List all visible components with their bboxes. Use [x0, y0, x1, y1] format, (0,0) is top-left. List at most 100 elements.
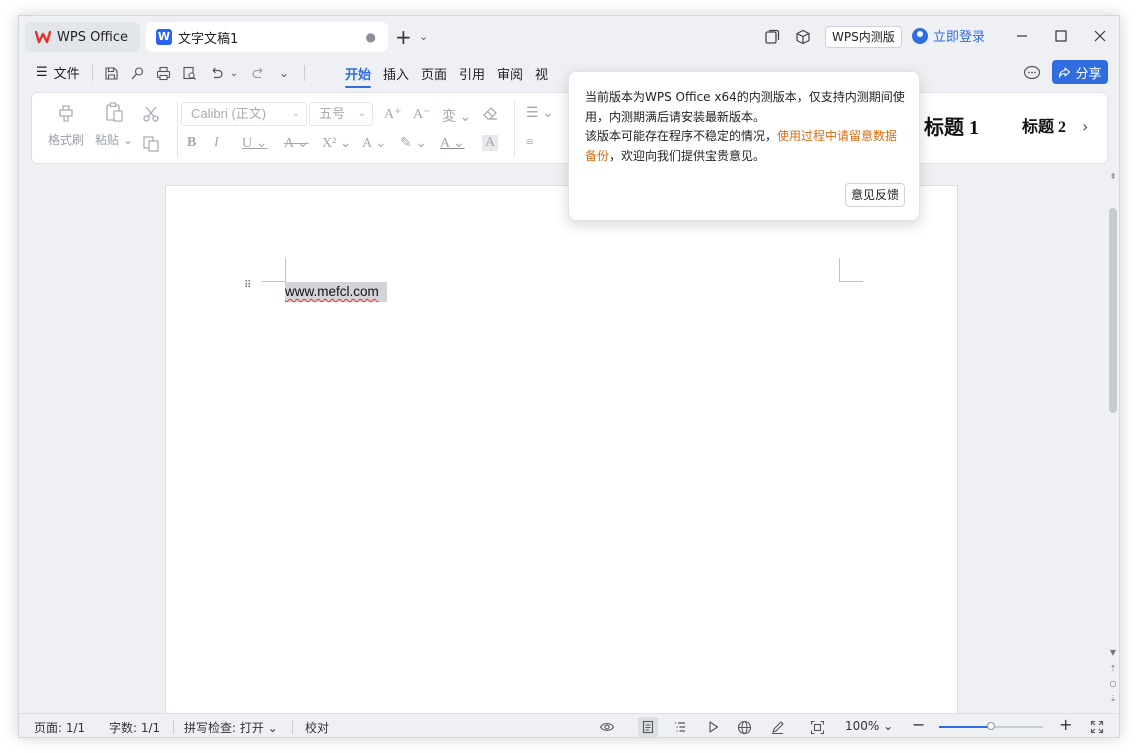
bold-icon[interactable]: B [187, 135, 196, 151]
popup-line: 该版本可能存在程序不稳定的情况，使用过程中请留意数据 [585, 129, 898, 143]
chevron-right-icon[interactable]: › [1082, 117, 1088, 136]
save-icon[interactable] [100, 62, 122, 84]
chevron-down-icon[interactable]: ⌄ [223, 62, 245, 84]
divider [304, 65, 305, 81]
crop-mark [839, 258, 863, 282]
format-painter-icon [59, 105, 73, 122]
export-pdf-icon[interactable] [126, 62, 148, 84]
comment-icon[interactable] [1022, 63, 1042, 83]
tab-document[interactable]: W 文字文稿1 ● [146, 22, 388, 52]
document-page[interactable]: ⠿ www.mefcl.com [165, 185, 958, 725]
decrease-font-size-icon[interactable]: A⁻ [413, 106, 431, 123]
beta-version-button[interactable]: WPS内测版 [825, 26, 902, 48]
tab-wps-office[interactable]: WPS Office [25, 22, 140, 52]
login-button[interactable]: 立即登录 [912, 26, 985, 45]
print-preview-icon[interactable] [178, 62, 200, 84]
format-painter-label: 格式刷 [47, 133, 84, 147]
user-avatar-icon [912, 27, 928, 44]
share-label: 分享 [1075, 66, 1102, 82]
next-page-icon[interactable]: ⇣ [1108, 694, 1118, 703]
zoom-slider[interactable] [939, 722, 1043, 730]
popup-line: 用，内测期满后请安装最新版本。 [585, 109, 766, 124]
wps-window: WPS Office W 文字文稿1 ● + ⌄ WPS内测版 立即登录 ☰ 文… [18, 15, 1120, 738]
spell-check-toggle[interactable]: 拼写检查: 打开 ⌄ [184, 719, 278, 736]
fullscreen-icon[interactable] [1087, 717, 1107, 737]
file-menu-button[interactable]: ☰ 文件 [36, 63, 80, 82]
scrollbar-thumb[interactable] [1109, 208, 1117, 413]
document-text[interactable]: www.mefcl.com [285, 282, 387, 302]
document-area: ⠿ www.mefcl.com [19, 168, 1107, 725]
strikethrough-icon[interactable]: A ⌄ [284, 135, 309, 152]
increase-font-size-icon[interactable]: A⁺ [384, 106, 402, 123]
word-count[interactable]: 字数: 1/1 [109, 719, 160, 736]
tab-insert[interactable]: 插入 [383, 64, 409, 83]
cut-icon[interactable] [142, 105, 160, 128]
tab-home[interactable]: 开始 [345, 64, 372, 88]
font-size-select[interactable]: 五号 ⌄ [309, 102, 373, 126]
style-heading-2[interactable]: 标题 2 [1022, 103, 1066, 147]
text-effect-icon[interactable]: A ⌄ [362, 135, 387, 152]
print-icon[interactable] [152, 62, 174, 84]
scroll-top-icon[interactable]: ⇞ [1108, 172, 1118, 181]
cube-icon[interactable] [790, 24, 816, 50]
character-shading-icon[interactable]: A [482, 135, 499, 151]
popup-warning-text: 使用过程中请留意数据 [777, 129, 898, 143]
login-label: 立即登录 [933, 30, 986, 45]
font-name-select[interactable]: Calibri (正文) ⌄ [181, 102, 307, 126]
superscript-icon[interactable]: X² ⌄ [322, 135, 352, 152]
zoom-out-icon[interactable]: − [912, 715, 925, 734]
tab-review[interactable]: 审阅 [497, 64, 523, 83]
play-icon[interactable] [703, 717, 723, 737]
unsaved-dot-icon[interactable]: ● [366, 30, 376, 44]
new-tab-button[interactable]: + [395, 26, 412, 48]
paste-button[interactable]: 粘贴 ⌄ [94, 101, 134, 148]
clear-format-icon[interactable] [482, 105, 499, 127]
page-view-icon[interactable] [638, 717, 658, 737]
fit-page-icon[interactable] [807, 717, 827, 737]
feedback-button[interactable]: 意见反馈 [844, 183, 905, 207]
font-size-value: 五号 [319, 106, 346, 121]
drag-handle-icon[interactable]: ⠿ [244, 281, 254, 296]
bullet-list-icon[interactable]: ☰ ⌄ [526, 105, 554, 122]
eye-protection-icon[interactable] [597, 717, 617, 737]
tab-references[interactable]: 引用 [459, 64, 485, 83]
pen-icon[interactable] [767, 717, 787, 737]
beta-notice-popup: 当前版本为WPS Office x64的内测版本，仅支持内测期间使 用，内测期满… [568, 71, 920, 221]
scroll-down-icon[interactable]: ▼ [1108, 648, 1118, 657]
share-button[interactable]: 分享 [1052, 60, 1108, 84]
style-heading-1[interactable]: 标题 1 [924, 103, 979, 147]
format-painter-button[interactable]: 格式刷 [46, 101, 86, 148]
divider [92, 65, 93, 81]
copy-icon[interactable] [142, 135, 160, 158]
prev-page-icon[interactable]: ⇡ [1108, 664, 1118, 673]
vertical-scrollbar[interactable]: ⇞ ▼ ⇡ ○ ⇣ [1106, 168, 1119, 713]
phonetic-guide-icon[interactable]: 変 ⌄ [442, 106, 471, 126]
tab-view[interactable]: 视 [535, 64, 548, 83]
zoom-slider-handle[interactable] [987, 722, 995, 730]
proofread-button[interactable]: 校对 [305, 719, 329, 736]
tab-label: WPS Office [57, 29, 129, 45]
italic-icon[interactable]: I [214, 135, 219, 151]
customize-quick-access-icon[interactable]: ⌄ [273, 62, 295, 84]
outline-view-icon[interactable] [670, 717, 690, 737]
maximize-icon[interactable] [1048, 24, 1074, 48]
minimize-icon[interactable] [1009, 24, 1035, 48]
redo-icon[interactable] [247, 62, 269, 84]
web-view-icon[interactable] [734, 717, 754, 737]
browse-object-icon[interactable]: ○ [1108, 679, 1118, 688]
zoom-select[interactable]: 100% ⌄ [845, 719, 893, 733]
page-indicator[interactable]: 页面: 1/1 [34, 719, 85, 736]
highlight-icon[interactable]: ✎ ⌄ [400, 135, 427, 152]
align-left-icon[interactable]: ≡ [526, 135, 534, 151]
menu-icon: ☰ [36, 65, 48, 80]
status-bar: 页面: 1/1 字数: 1/1 拼写检查: 打开 ⌄ 校对 100% ⌄ − + [19, 713, 1119, 737]
tab-page[interactable]: 页面 [421, 64, 447, 83]
divider [173, 720, 174, 734]
font-color-icon[interactable]: A ⌄ [440, 135, 465, 152]
underline-icon[interactable]: U ⌄ [242, 135, 267, 152]
chevron-down-icon[interactable]: ⌄ [419, 30, 428, 43]
window-layout-icon[interactable] [759, 24, 785, 50]
close-icon[interactable] [1087, 24, 1113, 48]
font-name-value: Calibri (正文) [191, 106, 267, 121]
zoom-in-icon[interactable]: + [1059, 715, 1072, 734]
